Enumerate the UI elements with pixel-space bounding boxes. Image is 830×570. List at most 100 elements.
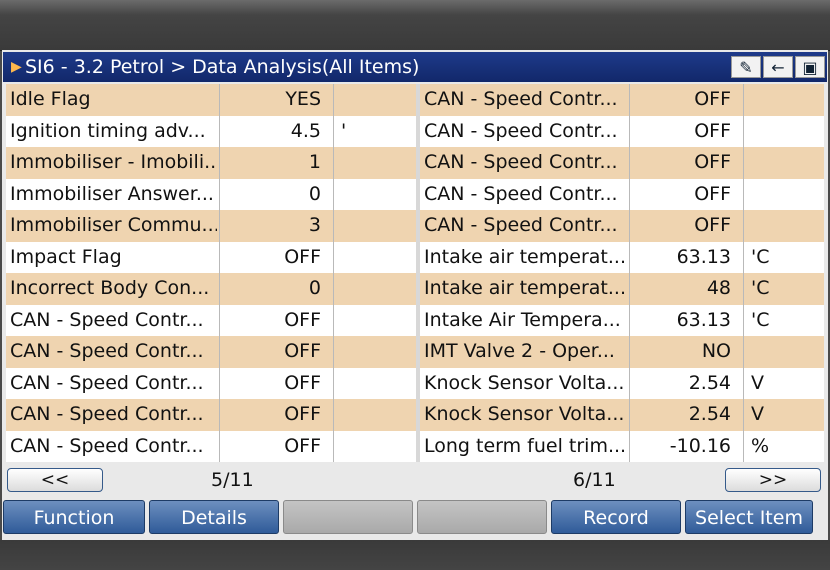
item-unit [751,84,824,116]
item-name: Immobiliser Answer... [10,182,214,205]
top-band [0,0,830,51]
prev-page-button[interactable]: << [7,468,103,492]
item-name: CAN - Speed Contr... [424,182,618,205]
table-row[interactable]: CAN - Speed Contr... OFF [6,336,416,368]
table-row[interactable]: Incorrect Body Con... 0 [6,273,416,305]
title-bar: ▶ SI6 - 3.2 Petrol > Data Analysis(All I… [3,52,827,82]
cell-separator [743,430,744,462]
item-unit [341,147,416,179]
item-unit [341,210,416,242]
breadcrumb-arrow-icon: ▶ [11,59,22,75]
item-name: Incorrect Body Con... [10,277,210,299]
blank-button-2[interactable] [417,500,547,534]
table-row[interactable]: Idle Flag YES [6,84,416,116]
cell-separator [743,241,744,273]
table-row[interactable]: Immobiliser Commu... 3 [6,210,416,242]
pencil-icon[interactable]: ✎ [731,56,761,78]
cell-separator [333,367,334,399]
table-row[interactable]: CAN - Speed Contr... OFF [420,147,824,179]
cell-separator [743,178,744,210]
item-unit [341,431,416,463]
table-row[interactable]: CAN - Speed Contr... OFF [6,367,416,400]
item-value: OFF [694,88,731,110]
camera-icon[interactable]: ▣ [795,56,825,78]
table-row[interactable]: Knock Sensor Volta... 2.54 V [420,399,824,431]
table-row[interactable]: Knock Sensor Volta... 2.54 V [420,367,824,399]
item-value: OFF [284,340,321,362]
item-name: CAN - Speed Contr... [10,340,204,362]
table-row[interactable]: CAN - Speed Contr... OFF [420,210,824,242]
item-unit [341,368,416,400]
item-unit: ' [341,119,347,142]
table-row[interactable]: CAN - Speed Contr... OFF [6,304,416,337]
table-row[interactable]: Ignition timing adv... 4.5 ' [6,115,416,147]
cell-separator [743,84,744,116]
blank-button-1[interactable] [283,500,413,534]
item-unit [341,179,416,211]
table-row[interactable]: Intake air temperat... 63.13 'C [420,241,824,273]
item-value: OFF [694,151,731,173]
item-unit [751,336,824,368]
item-unit: V [751,403,764,425]
function-button[interactable]: Function [3,500,145,534]
item-unit [341,399,416,431]
next-page-button[interactable]: >> [725,468,821,492]
table-row[interactable]: Long term fuel trim... -10.16% [420,430,824,462]
item-value: OFF [284,403,321,425]
item-name: Ignition timing adv... [10,119,206,142]
item-name: CAN - Speed Contr... [10,371,204,394]
item-name: CAN - Speed Contr... [10,403,204,425]
item-name: Knock Sensor Volta... [424,403,625,425]
item-value: -10.16 [669,434,731,457]
cell-separator [333,336,334,368]
table-row[interactable]: CAN - Speed Contr... OFF [6,430,416,463]
item-name: Knock Sensor Volta... [424,371,625,394]
item-name: CAN - Speed Contr... [424,151,618,173]
cell-separator [333,210,334,242]
item-value: OFF [694,214,731,236]
cell-separator [333,399,334,431]
item-value: 3 [308,214,321,236]
table-row[interactable]: Immobiliser Answer... 0 [6,178,416,211]
select-item-button[interactable]: Select Item [685,500,813,534]
item-name: Immobiliser Commu... [10,214,217,236]
item-value: 48 [706,277,731,299]
item-unit [751,179,824,211]
item-unit [341,336,416,368]
table-row[interactable]: CAN - Speed Contr... OFF [420,178,824,211]
item-value: 0 [308,277,321,299]
item-unit [751,147,824,179]
right-data-list: CAN - Speed Contr... OFF CAN - Speed Contr… [420,84,824,462]
table-row[interactable]: Immobiliser - Imobili... 1 [6,147,416,179]
table-row[interactable]: CAN - Speed Contr... OFF [6,399,416,431]
cell-separator [333,304,334,336]
table-row[interactable]: CAN - Speed Contr... OFF [420,84,824,116]
table-row[interactable]: Intake air temperat... 48 'C [420,273,824,305]
item-name: Intake air temperat... [424,277,626,299]
cell-separator [743,336,744,368]
item-unit: 'C [751,308,770,331]
details-button[interactable]: Details [149,500,279,534]
table-row[interactable]: CAN - Speed Contr... OFF [420,115,824,147]
item-unit: 'C [751,277,770,299]
item-value: 63.13 [676,245,731,268]
item-name: Long term fuel trim... [424,434,627,457]
cell-separator [333,115,334,147]
table-row[interactable]: Intake Air Tempera... 63.13 'C [420,304,824,336]
table-row[interactable]: Impact Flag OFF [6,241,416,273]
item-name: Impact Flag [10,245,122,268]
item-unit [341,305,416,337]
item-value: 0 [308,182,321,205]
item-value: 4.5 [290,119,321,142]
cell-separator [333,178,334,210]
cell-separator [333,84,334,116]
item-unit [341,273,416,305]
table-row[interactable]: IMT Valve 2 - Oper... NO [420,336,824,368]
cell-separator [333,147,334,179]
record-button[interactable]: Record [551,500,681,534]
item-name: IMT Valve 2 - Oper... [424,340,615,362]
item-unit: % [751,434,770,457]
back-arrow-icon[interactable]: ← [763,56,793,78]
item-value: OFF [694,182,731,205]
item-value: OFF [694,119,731,142]
